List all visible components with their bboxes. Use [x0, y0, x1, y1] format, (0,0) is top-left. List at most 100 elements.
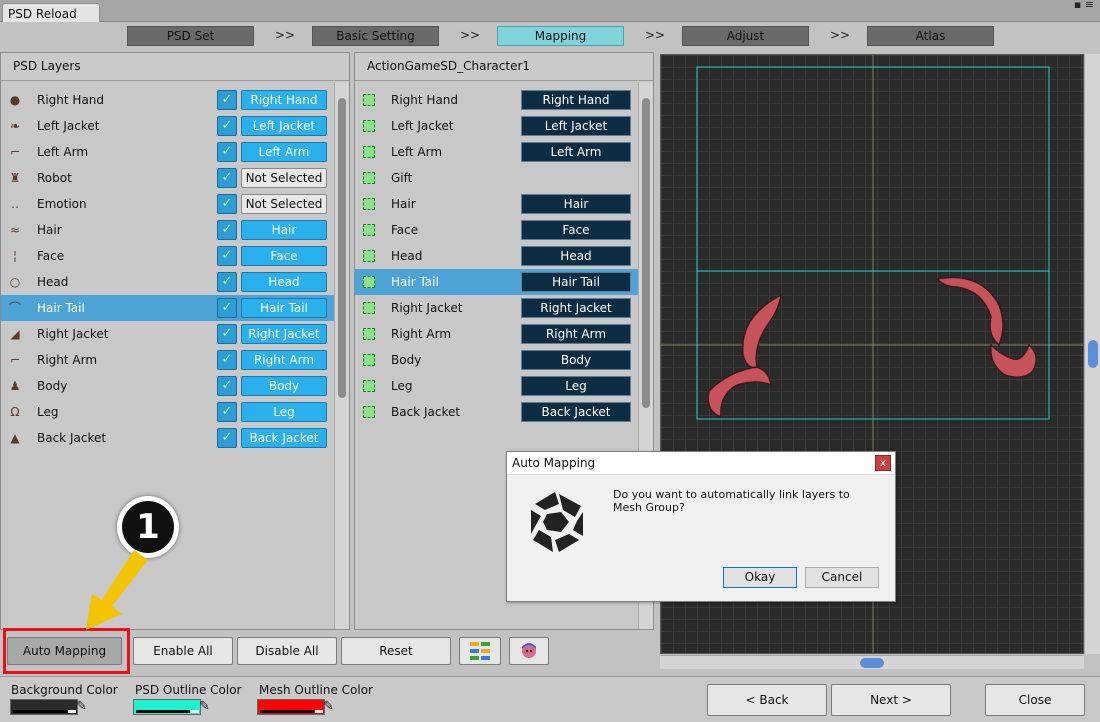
mesh-group-row[interactable]: Left Jacket Left Jacket [355, 113, 639, 139]
mesh-group-row[interactable]: Face Face [355, 217, 639, 243]
step-arrow: >> [275, 28, 296, 42]
layer-enable-checkbox[interactable]: ✓ [217, 402, 237, 422]
eyedropper-icon[interactable]: ✎ [323, 699, 334, 714]
psd-layer-row[interactable]: ❧ Left Jacket ✓ Left Jacket [1, 113, 335, 139]
canvas-vscroll-thumb[interactable] [1088, 340, 1098, 368]
dialog-close-button[interactable]: x [875, 455, 891, 471]
reset-button[interactable]: Reset [341, 637, 451, 665]
layer-mapping-button[interactable]: Not Selected [241, 194, 327, 214]
enable-all-button[interactable]: Enable All [133, 637, 233, 665]
mesh-icon [363, 198, 375, 210]
mesh-group-row[interactable]: Right Hand Right Hand [355, 87, 639, 113]
window-controls[interactable]: ▪ ≡ [1074, 0, 1094, 10]
dialog-okay-button[interactable]: Okay [723, 567, 797, 588]
layer-enable-checkbox[interactable]: ✓ [217, 428, 237, 448]
psd-layer-row[interactable]: ● Right Hand ✓ Right Hand [1, 87, 335, 113]
mesh-group-name: Hair [391, 197, 416, 211]
character-view-button[interactable] [509, 637, 549, 665]
canvas-vertical-scrollbar[interactable] [1084, 54, 1100, 654]
background-color-swatch[interactable] [10, 699, 78, 715]
mesh-icon [363, 120, 375, 132]
mesh-group-row[interactable]: Body Body [355, 347, 639, 373]
psd-layer-row[interactable]: ¦ Face ✓ Face [1, 243, 335, 269]
mesh-icon [363, 328, 375, 340]
dialog-cancel-button[interactable]: Cancel [805, 567, 879, 588]
layer-enable-checkbox[interactable]: ✓ [217, 194, 237, 214]
next-button[interactable]: Next > [831, 684, 951, 716]
close-button[interactable]: Close [985, 684, 1085, 716]
disable-all-button[interactable]: Disable All [237, 637, 337, 665]
window-tab[interactable]: PSD Reload [2, 3, 100, 22]
psd-layer-row[interactable]: ⌐ Left Arm ✓ Left Arm [1, 139, 335, 165]
mesh-link-tag: Head [521, 246, 631, 266]
psd-list-scrollbar[interactable] [334, 82, 349, 629]
layer-enable-checkbox[interactable]: ✓ [217, 116, 237, 136]
canvas-hscroll-thumb[interactable] [860, 658, 884, 668]
layer-mapping-button[interactable]: Leg [241, 402, 327, 422]
layer-enable-checkbox[interactable]: ✓ [217, 142, 237, 162]
layer-mapping-button[interactable]: Left Jacket [241, 116, 327, 136]
layer-enable-checkbox[interactable]: ✓ [217, 220, 237, 240]
eyedropper-icon[interactable]: ✎ [76, 699, 87, 714]
mesh-group-row[interactable]: Leg Leg [355, 373, 639, 399]
psd-layer-row[interactable]: ⌐ Right Arm ✓ Right Arm [1, 347, 335, 373]
layer-enable-checkbox[interactable]: ✓ [217, 168, 237, 188]
canvas-horizontal-scrollbar[interactable] [660, 655, 1084, 669]
psd-layer-row[interactable]: ♟ Body ✓ Body [1, 373, 335, 399]
psd-layer-row[interactable]: ≈ Hair ✓ Hair [1, 217, 335, 243]
layer-enable-checkbox[interactable]: ✓ [217, 350, 237, 370]
psd-layer-row[interactable]: ♜ Robot ✓ Not Selected [1, 165, 335, 191]
layer-enable-checkbox[interactable]: ✓ [217, 324, 237, 344]
psd-layer-row[interactable]: ○ Head ✓ Head [1, 269, 335, 295]
layer-mapping-button[interactable]: Right Hand [241, 90, 327, 110]
layer-mapping-button[interactable]: Not Selected [241, 168, 327, 188]
layer-mapping-button[interactable]: Head [241, 272, 327, 292]
mesh-group-row[interactable]: Hair Hair [355, 191, 639, 217]
step-basic-setting[interactable]: Basic Setting [312, 26, 439, 46]
layer-mapping-button[interactable]: Right Arm [241, 350, 327, 370]
psd-layer-row[interactable]: ◢ Right Jacket ✓ Right Jacket [1, 321, 335, 347]
step-badge-number: 1 [122, 501, 174, 553]
mesh-group-row[interactable]: Gift [355, 165, 639, 191]
layer-mapping-button[interactable]: Left Arm [241, 142, 327, 162]
psd-list-scroll-thumb[interactable] [338, 98, 346, 398]
layer-mapping-button[interactable]: Back Jacket [241, 428, 327, 448]
mesh-group-row[interactable]: Right Arm Right Arm [355, 321, 639, 347]
mesh-outline-color-swatch[interactable] [257, 699, 325, 715]
layer-mapping-button[interactable]: Hair [241, 220, 327, 240]
psd-layer-row[interactable]: ▲ Back Jacket ✓ Back Jacket [1, 425, 335, 451]
psd-outline-color-swatch[interactable] [133, 699, 201, 715]
layer-enable-checkbox[interactable]: ✓ [217, 90, 237, 110]
layer-enable-checkbox[interactable]: ✓ [217, 298, 237, 318]
grid-view-button[interactable] [459, 637, 501, 665]
layer-mapping-button[interactable]: Hair Tail [241, 298, 327, 318]
mesh-group-row[interactable]: Back Jacket Back Jacket [355, 399, 639, 425]
step-arrow: >> [460, 28, 481, 42]
step-mapping[interactable]: Mapping [497, 26, 624, 46]
psd-layer-name: Left Jacket [37, 119, 100, 133]
layer-mapping-button[interactable]: Face [241, 246, 327, 266]
psd-layer-row[interactable]: ⌒ Hair Tail ✓ Hair Tail [1, 295, 335, 321]
step-atlas[interactable]: Atlas [867, 26, 994, 46]
layer-thumbnail-icon: ♟ [9, 379, 21, 393]
mesh-group-row[interactable]: Right Jacket Right Jacket [355, 295, 639, 321]
layer-enable-checkbox[interactable]: ✓ [217, 272, 237, 292]
layer-enable-checkbox[interactable]: ✓ [217, 376, 237, 396]
mesh-list-scroll-thumb[interactable] [642, 98, 650, 408]
mesh-group-row[interactable]: Head Head [355, 243, 639, 269]
step-arrow: >> [830, 28, 851, 42]
layer-enable-checkbox[interactable]: ✓ [217, 246, 237, 266]
step-adjust[interactable]: Adjust [682, 26, 809, 46]
mesh-group-name: Leg [391, 379, 413, 393]
mesh-group-row[interactable]: Left Arm Left Arm [355, 139, 639, 165]
layer-mapping-button[interactable]: Body [241, 376, 327, 396]
psd-layer-row[interactable]: ‥ Emotion ✓ Not Selected [1, 191, 335, 217]
psd-layer-name: Body [37, 379, 68, 393]
step-psd-set[interactable]: PSD Set [127, 26, 254, 46]
auto-mapping-button[interactable]: Auto Mapping [7, 637, 122, 665]
back-button[interactable]: < Back [707, 684, 827, 716]
psd-layer-row[interactable]: Ω Leg ✓ Leg [1, 399, 335, 425]
mesh-group-row[interactable]: Hair Tail Hair Tail [355, 269, 639, 295]
layer-mapping-button[interactable]: Right Jacket [241, 324, 327, 344]
eyedropper-icon[interactable]: ✎ [199, 699, 210, 714]
